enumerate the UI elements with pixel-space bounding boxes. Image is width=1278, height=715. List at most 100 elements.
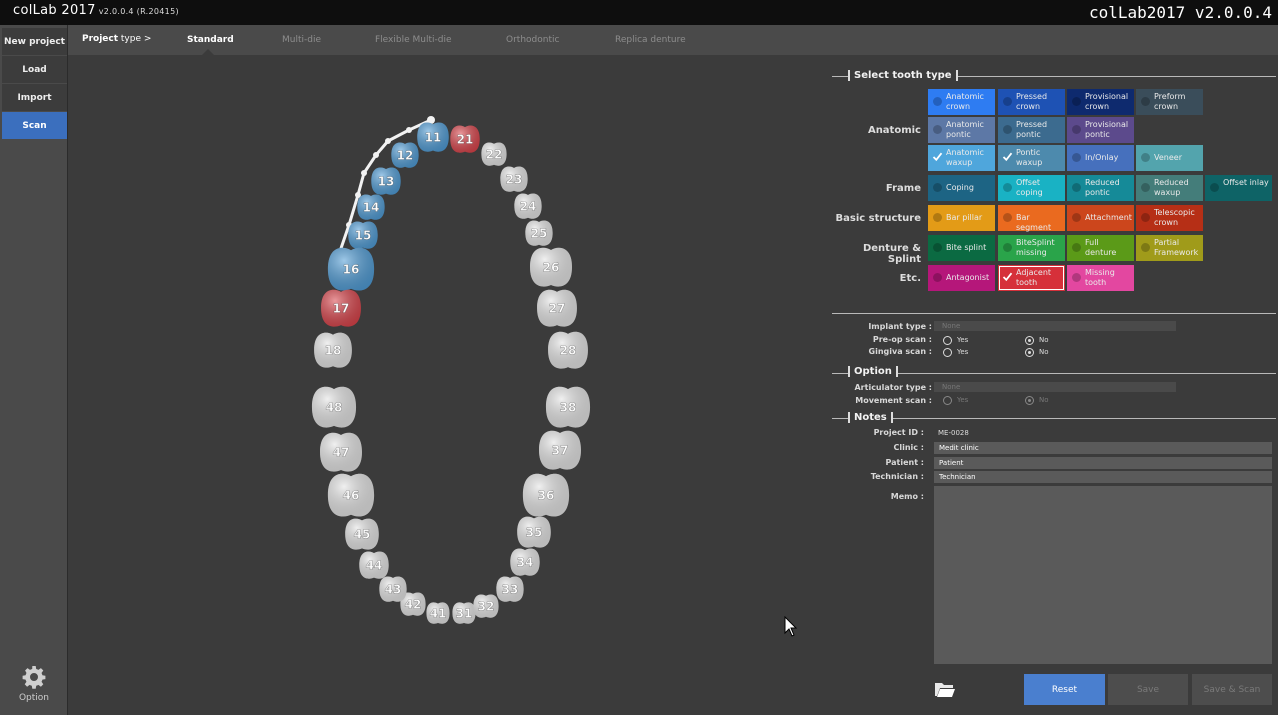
tooth-type-full-denture[interactable]: Full denture xyxy=(1067,235,1134,261)
tooth-type-label: Provisional crown xyxy=(1085,92,1129,111)
tooth-25[interactable]: 25 xyxy=(525,220,553,246)
bridge-point[interactable] xyxy=(385,138,391,144)
articulator-type-dropdown[interactable]: None xyxy=(934,382,1176,392)
tooth-13[interactable]: 13 xyxy=(371,167,401,195)
tooth-15[interactable]: 15 xyxy=(348,221,378,249)
tooth-type-attachment[interactable]: Attachment xyxy=(1067,205,1134,231)
tooth-27[interactable]: 27 xyxy=(537,289,577,327)
tooth-46[interactable]: 46 xyxy=(327,473,375,517)
tab-orthodontic[interactable]: Orthodontic xyxy=(506,35,559,45)
tooth-34[interactable]: 34 xyxy=(510,548,540,576)
tooth-type-partial-framework[interactable]: Partial Framework xyxy=(1136,235,1203,261)
clinic-field[interactable]: Medit clinic xyxy=(934,442,1272,454)
tooth-type-provisional-crown[interactable]: Provisional crown xyxy=(1067,89,1134,115)
tooth-44[interactable]: 44 xyxy=(359,551,389,579)
gear-icon[interactable] xyxy=(22,665,46,689)
tooth-45[interactable]: 45 xyxy=(345,518,379,550)
preop-no-radio[interactable] xyxy=(1025,336,1034,345)
save-button[interactable]: Save xyxy=(1108,674,1188,705)
tab-multi-die[interactable]: Multi-die xyxy=(282,35,321,45)
tooth-12[interactable]: 12 xyxy=(391,142,419,168)
tooth-23[interactable]: 23 xyxy=(500,166,528,192)
bridge-point[interactable] xyxy=(406,127,412,133)
tab-replica-denture[interactable]: Replica denture xyxy=(615,35,686,45)
implant-type-dropdown[interactable]: None xyxy=(934,321,1176,331)
reset-button[interactable]: Reset xyxy=(1024,674,1105,705)
tooth-26[interactable]: 26 xyxy=(530,247,572,287)
tooth-type-anatomic-waxup[interactable]: Anatomic waxup xyxy=(928,145,995,171)
patient-field[interactable]: Patient xyxy=(934,457,1272,469)
preop-yes-radio[interactable] xyxy=(943,336,952,345)
tooth-type-pressed-pontic[interactable]: Pressed pontic xyxy=(998,117,1065,143)
scan-button[interactable]: Scan xyxy=(2,112,67,139)
tooth-type-provisional-pontic[interactable]: Provisional pontic xyxy=(1067,117,1134,143)
tooth-33[interactable]: 33 xyxy=(496,576,524,602)
tooth-type-pressed-crown[interactable]: Pressed crown xyxy=(998,89,1065,115)
tooth-18[interactable]: 18 xyxy=(314,332,352,368)
tooth-37[interactable]: 37 xyxy=(539,430,581,470)
memo-textarea[interactable] xyxy=(934,486,1272,664)
new-project-button[interactable]: New project xyxy=(2,28,67,55)
radio-dot-icon xyxy=(1141,213,1150,222)
tooth-14[interactable]: 14 xyxy=(357,194,385,220)
tooth-43[interactable]: 43 xyxy=(379,576,407,602)
bridge-point[interactable] xyxy=(361,170,367,176)
tooth-48[interactable]: 48 xyxy=(311,386,357,428)
tooth-type-preform-crown[interactable]: Preform crown xyxy=(1136,89,1203,115)
tooth-32[interactable]: 32 xyxy=(473,594,499,618)
tooth-type-label: Veneer xyxy=(1154,153,1182,162)
tooth-type-bite-splint[interactable]: Bite splint xyxy=(928,235,995,261)
tooth-31[interactable]: 31 xyxy=(452,602,476,624)
tooth-16[interactable]: 16 xyxy=(327,247,375,291)
window-title: colLab2017 v2.0.0.4 xyxy=(1088,3,1272,22)
tooth-type-bar-segment[interactable]: Bar segment xyxy=(998,205,1065,232)
tooth-36[interactable]: 36 xyxy=(522,473,570,517)
tooth-11[interactable]: 11 xyxy=(417,122,449,152)
bridge-point[interactable] xyxy=(373,152,379,158)
movement-yes-radio[interactable] xyxy=(943,396,952,405)
tooth-type-antagonist[interactable]: Antagonist xyxy=(928,265,995,291)
tooth-type-pontic-waxup[interactable]: Pontic waxup xyxy=(998,145,1065,171)
tooth-type-in-onlay[interactable]: In/Onlay xyxy=(1067,145,1134,171)
tooth-type-coping[interactable]: Coping xyxy=(928,175,995,201)
tooth-type-label: Antagonist xyxy=(946,273,990,282)
tooth-number: 35 xyxy=(526,526,543,540)
import-button[interactable]: Import xyxy=(2,84,67,111)
save-and-scan-button[interactable]: Save & Scan xyxy=(1192,674,1272,705)
load-button[interactable]: Load xyxy=(2,56,67,83)
tooth-28[interactable]: 28 xyxy=(548,331,588,369)
tooth-type-telescopic-crown[interactable]: Telescopic crown xyxy=(1136,205,1203,231)
technician-field[interactable]: Technician xyxy=(934,471,1272,483)
tooth-number: 27 xyxy=(549,302,566,316)
tooth-type-offset-coping[interactable]: Offset coping xyxy=(998,175,1065,201)
tab-flexible-multi-die[interactable]: Flexible Multi-die xyxy=(375,35,452,45)
tooth-number: 11 xyxy=(425,131,442,145)
tooth-24[interactable]: 24 xyxy=(514,193,542,219)
option-label[interactable]: Option xyxy=(0,693,68,703)
tooth-number: 42 xyxy=(405,598,422,612)
tooth-type-veneer[interactable]: Veneer xyxy=(1136,145,1203,171)
tooth-47[interactable]: 47 xyxy=(320,432,362,472)
tooth-type-anatomic-crown[interactable]: Anatomic crown xyxy=(928,89,995,115)
tooth-21[interactable]: 21 xyxy=(450,125,480,153)
tooth-type-bar-pillar[interactable]: Bar pillar xyxy=(928,205,995,231)
tooth-type-reduced-waxup[interactable]: Reduced waxup xyxy=(1136,175,1203,201)
tooth-type-reduced-pontic[interactable]: Reduced pontic xyxy=(1067,175,1134,201)
open-folder-icon[interactable] xyxy=(934,680,956,698)
tooth-35[interactable]: 35 xyxy=(517,516,551,548)
gingiva-no-radio[interactable] xyxy=(1025,348,1034,357)
preop-yes-label: Yes xyxy=(957,336,969,344)
tooth-22[interactable]: 22 xyxy=(481,142,507,166)
tab-standard[interactable]: Standard xyxy=(187,35,234,45)
movement-no-radio[interactable] xyxy=(1025,396,1034,405)
gingiva-yes-radio[interactable] xyxy=(943,348,952,357)
tooth-number: 21 xyxy=(457,133,474,147)
tooth-type-bitesplint-missing[interactable]: BiteSplint missing xyxy=(998,235,1065,261)
tooth-41[interactable]: 41 xyxy=(426,602,450,624)
tooth-type-offset-inlay[interactable]: Offset inlay xyxy=(1205,175,1272,201)
tooth-type-missing-tooth[interactable]: Missing tooth xyxy=(1067,265,1134,291)
tooth-17[interactable]: 17 xyxy=(321,289,361,327)
tooth-type-adjacent-tooth[interactable]: Adjacent tooth xyxy=(998,265,1065,291)
tooth-38[interactable]: 38 xyxy=(545,386,591,428)
tooth-type-anatomic-pontic[interactable]: Anatomic pontic xyxy=(928,117,995,143)
